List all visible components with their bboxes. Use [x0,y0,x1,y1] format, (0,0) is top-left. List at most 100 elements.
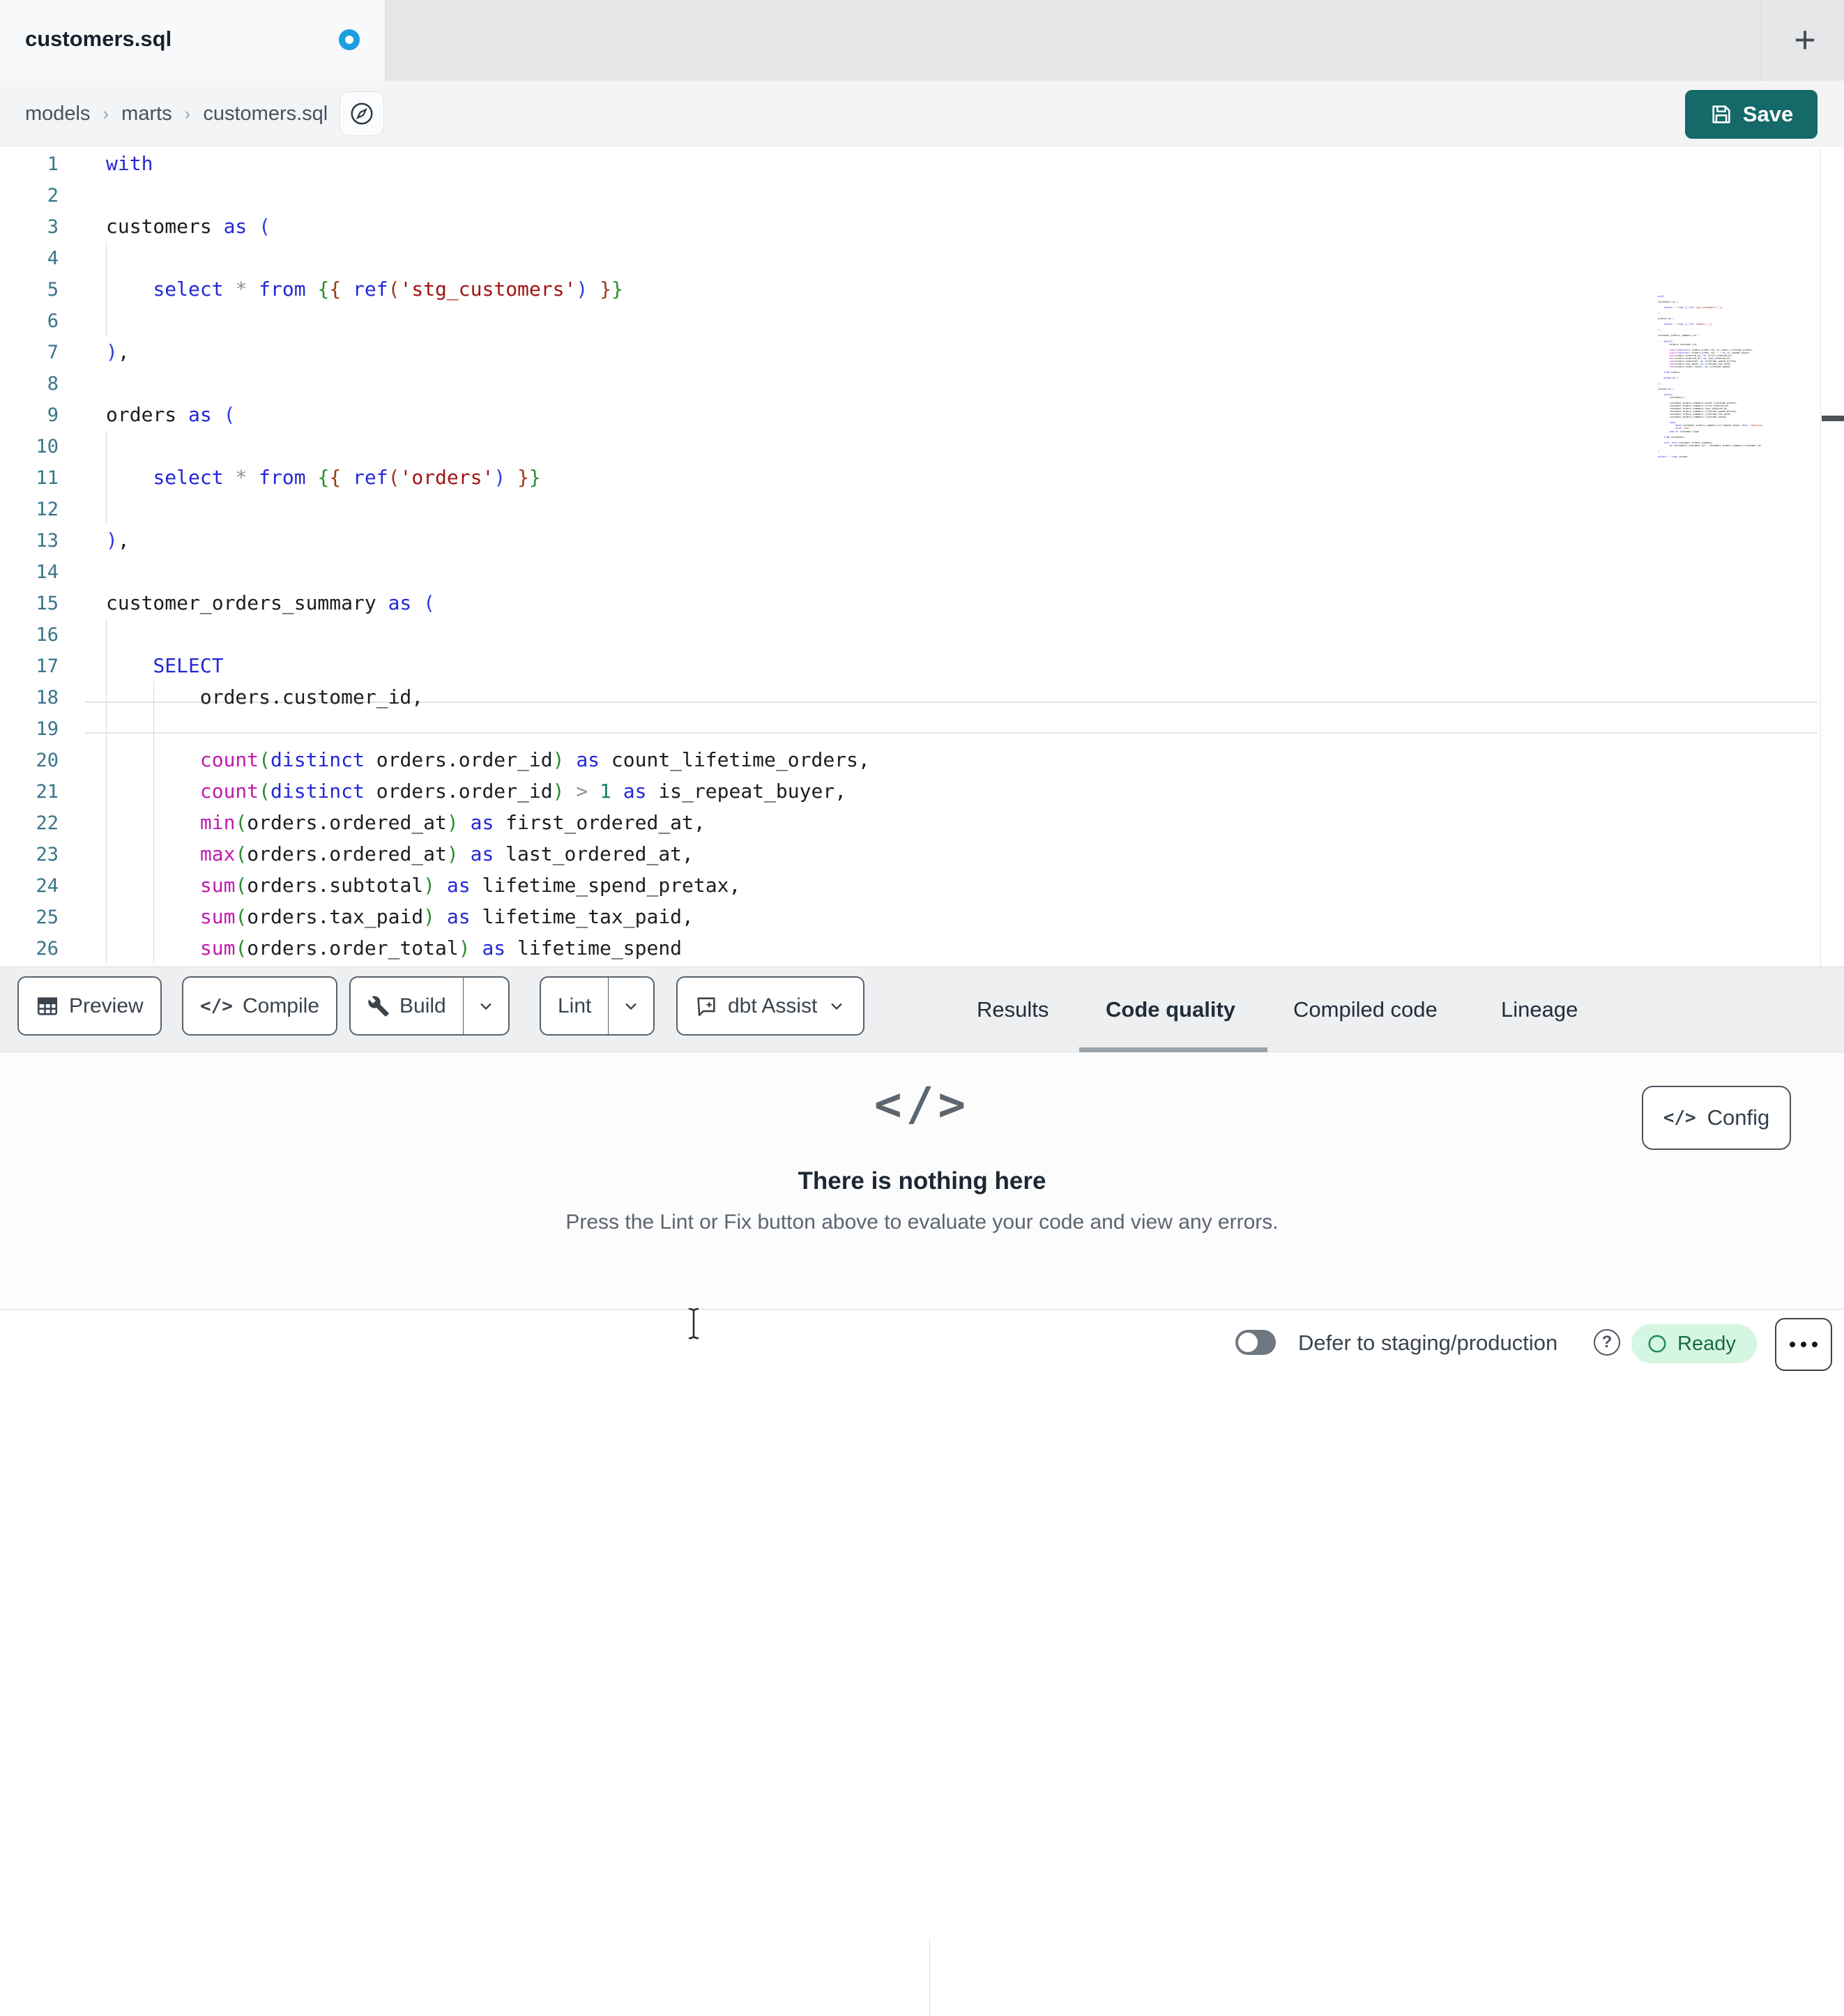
dbt-assist-button[interactable]: dbt Assist [676,976,865,1036]
minimap-line: select * from joined [1658,455,1688,458]
code-line[interactable]: 17 SELECT [0,650,1844,681]
code-line[interactable]: 10 [0,430,1844,462]
config-label: Config [1707,1105,1770,1130]
code-line[interactable]: 4 [0,242,1844,273]
more-options-button[interactable] [1775,1318,1832,1371]
code-line[interactable]: 8 [0,367,1844,399]
line-number: 16 [36,624,59,646]
new-tab-button[interactable]: + [1782,15,1828,64]
scrollbar-track [1820,148,1821,967]
code-icon: </> [874,1077,970,1131]
line-number: 21 [36,781,59,803]
code-line[interactable]: 12 [0,493,1844,524]
build-dropdown[interactable] [464,978,508,1034]
line-number: 11 [36,467,59,489]
line-number: 25 [36,907,59,928]
config-button[interactable]: </> Config [1642,1086,1791,1150]
code-line[interactable]: 7), [0,336,1844,367]
tab-compiled-code[interactable]: Compiled code [1293,967,1438,1052]
line-number: 20 [36,750,59,771]
ibeam-cursor [688,1308,699,1340]
toolbar-divider [929,1938,930,2016]
dots-icon [1790,1342,1795,1347]
preview-button[interactable]: Preview [17,976,162,1036]
breadcrumb-models[interactable]: models [25,103,91,126]
explore-lineage-button[interactable] [340,91,384,136]
line-number: 5 [47,279,59,301]
line-number: 10 [36,436,59,457]
empty-state-subtitle: Press the Lint or Fix button above to ev… [565,1211,1279,1234]
dbt-assist-label: dbt Assist [728,994,818,1017]
code-line[interactable]: 13), [0,524,1844,556]
code-line[interactable]: 21 count(distinct orders.order_id) > 1 a… [0,775,1844,807]
compile-label: Compile [242,994,320,1017]
code-quality-panel: </> There is nothing here Press the Lint… [0,1052,1844,1309]
code-line[interactable]: 24 sum(orders.subtotal) as lifetime_spen… [0,870,1844,901]
code-line[interactable]: 3 customers as ( [0,211,1844,242]
status-bar: Defer to staging/production ? Ready [0,1309,1844,1379]
code-line[interactable]: 15 customer_orders_summary as ( [0,587,1844,619]
line-number: 4 [47,248,59,269]
preview-label: Preview [69,994,144,1017]
code-line[interactable]: 11 select * from {{ ref('orders') }} [0,462,1844,493]
line-number: 1 [47,153,59,175]
code-editor[interactable]: 1 with 2 3 customers as ( 4 5 select * from {{… [0,146,1844,967]
chevron-down-icon [480,1003,492,1010]
line-number: 26 [36,938,59,960]
line-number: 19 [36,718,59,740]
code-line[interactable]: 18 orders.customer_id, [0,681,1844,713]
breadcrumb-file[interactable]: customers.sql [203,103,328,126]
unsaved-changes-dot [339,29,360,50]
tab-results[interactable]: Results [977,967,1049,1052]
tab-strip-separator [1761,0,1762,81]
code-line[interactable]: 26 sum(orders.order_total) as lifetime_s… [0,932,1844,964]
code-line[interactable]: 20 count(distinct orders.order_id) as co… [0,744,1844,775]
code-line[interactable]: 23 max(orders.ordered_at) as last_ordere… [0,838,1844,870]
line-number: 18 [36,687,59,708]
editor-tab-customers-sql[interactable]: customers.sql [0,0,386,81]
breadcrumb-marts[interactable]: marts [121,103,172,126]
code-line[interactable]: 2 [0,179,1844,211]
line-number: 24 [36,875,59,897]
code-line[interactable]: 16 [0,619,1844,650]
line-number: 17 [36,655,59,677]
chevron-down-icon [625,1003,637,1010]
code-line[interactable]: 5 select * from {{ ref('stg_customers') … [0,273,1844,305]
minimap-line: on customers.customer_id = customer_orde… [1669,444,1761,447]
empty-state-title: There is nothing here [798,1167,1046,1195]
code-line[interactable]: 9 orders as ( [0,399,1844,430]
compass-icon [351,103,373,125]
code-line[interactable]: 19 [0,713,1844,744]
breadcrumb: models › marts › customers.sql [25,81,328,146]
ready-circle-icon [1648,1335,1666,1353]
ready-label: Ready [1677,1332,1736,1355]
lint-button[interactable]: Lint [540,976,655,1036]
active-tab-underline [1079,1047,1267,1052]
help-icon[interactable]: ? [1594,1329,1620,1356]
scrollbar-thumb[interactable] [1822,416,1844,421]
compile-button[interactable]: </> Compile [182,976,338,1036]
code-line[interactable]: 25 sum(orders.tax_paid) as lifetime_tax_… [0,901,1844,932]
line-number: 22 [36,812,59,834]
lint-dropdown[interactable] [609,978,653,1034]
chevron-down-icon [831,1003,843,1010]
code-line[interactable]: 6 [0,305,1844,336]
defer-toggle[interactable] [1235,1330,1276,1355]
tab-lineage[interactable]: Lineage [1501,967,1578,1052]
save-button[interactable]: Save [1685,90,1818,139]
table-icon [37,996,58,1015]
tab-code-quality[interactable]: Code quality [1106,967,1235,1052]
lint-label: Lint [558,994,592,1017]
tab-title: customers.sql [25,26,172,51]
breadcrumb-separator: › [102,103,109,124]
code-line[interactable]: 1 with [0,148,1844,179]
code-line[interactable]: 22 min(orders.ordered_at) as first_order… [0,807,1844,838]
line-number: 13 [36,530,59,552]
toggle-knob [1238,1333,1258,1352]
build-button[interactable]: Build [349,976,510,1036]
tab-strip: customers.sql + [0,0,1844,81]
defer-label: Defer to staging/production [1298,1331,1558,1355]
code-lines: 1 with 2 3 customers as ( 4 5 select * from {{… [0,148,1844,964]
minimap[interactable]: with customers as ( select * from {{ ref(… [1658,295,1762,460]
code-line[interactable]: 14 [0,556,1844,587]
